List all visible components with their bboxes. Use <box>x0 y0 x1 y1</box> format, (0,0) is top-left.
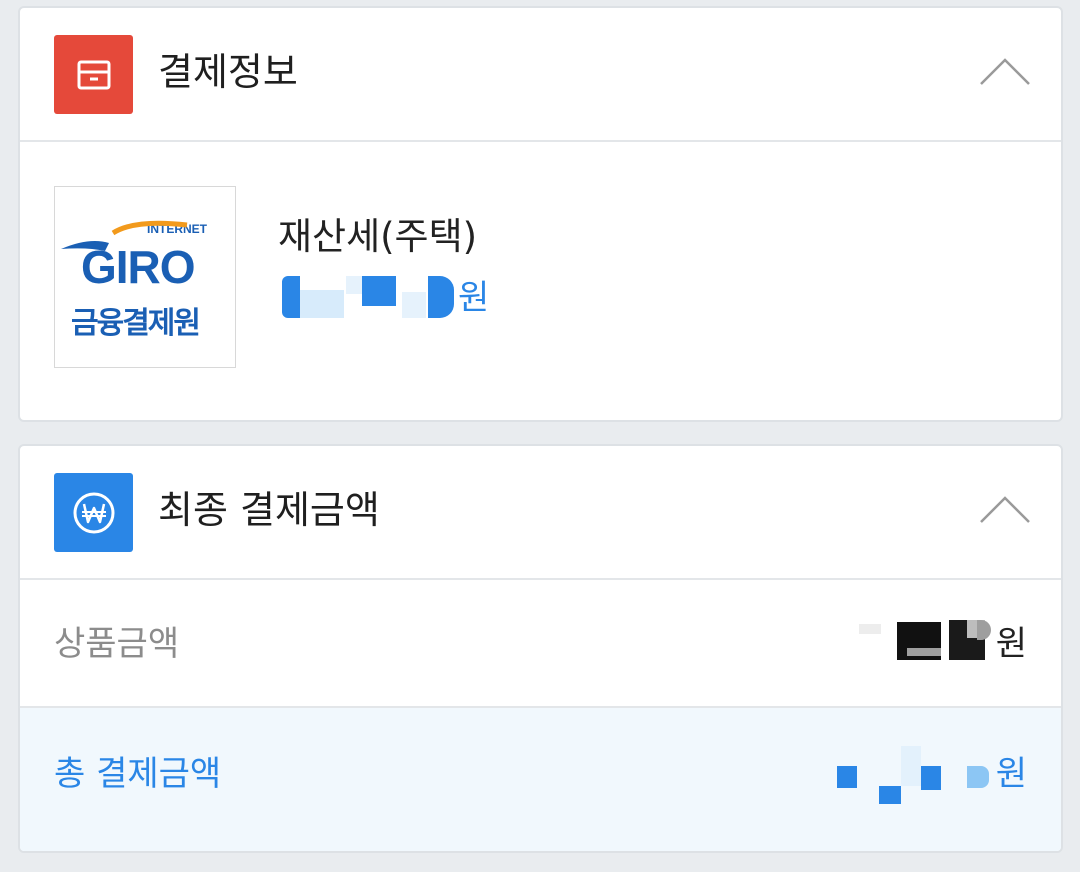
redaction-block <box>402 292 426 318</box>
payment-info-title: 결제정보 <box>158 50 298 94</box>
giro-logo-line3: 금융결제원 <box>71 306 199 341</box>
giro-logo-line2: GIRO <box>81 241 195 293</box>
giro-logo: INTERNET GIRO 금융결제원 <box>54 186 236 368</box>
payment-info-header[interactable]: 결제정보 <box>20 8 1061 140</box>
product-amount-unit: 원 <box>995 624 1027 664</box>
total-amount-unit: 원 <box>995 754 1027 794</box>
redaction-block <box>879 786 901 804</box>
redaction-block <box>967 766 989 788</box>
redaction-block <box>977 620 991 640</box>
final-amount-title: 최종 결제금액 <box>158 488 380 532</box>
redaction-block <box>921 766 941 790</box>
chevron-up-icon[interactable] <box>979 494 1031 524</box>
final-amount-header[interactable]: 최종 결제금액 <box>20 446 1061 578</box>
final-amount-card: 최종 결제금액 상품금액 원 총 결제금액 원 <box>18 444 1063 853</box>
redaction-block <box>300 290 344 318</box>
redaction-block <box>837 766 857 788</box>
product-amount-row: 상품금액 원 <box>20 580 1061 706</box>
payment-info-card: 결제정보 INTERNET GIRO 금융결제원 재산세(주택) 원 <box>18 6 1063 422</box>
redaction-block <box>428 276 454 318</box>
redaction-block <box>362 276 396 306</box>
product-amount-label: 상품금액 <box>54 624 180 664</box>
box-icon <box>54 35 133 114</box>
total-amount-row: 총 결제금액 원 <box>20 708 1061 851</box>
header-divider <box>20 140 1061 142</box>
won-icon <box>54 473 133 552</box>
redaction-block <box>901 746 921 786</box>
item-price-unit: 원 <box>458 278 490 318</box>
redaction-block <box>907 648 943 656</box>
total-amount-label: 총 결제금액 <box>54 754 222 794</box>
redaction-block <box>859 624 881 634</box>
item-name: 재산세(주택) <box>278 215 478 258</box>
chevron-up-icon[interactable] <box>979 56 1031 86</box>
redaction-block <box>282 276 300 318</box>
item-price: 원 <box>278 272 538 322</box>
